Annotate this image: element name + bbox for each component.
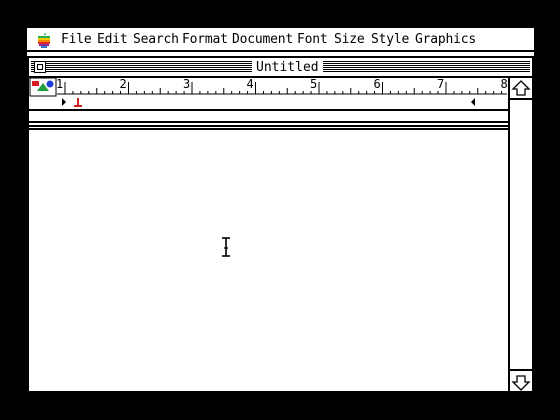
ruler-tick-label: 5 <box>310 77 318 91</box>
menu-font[interactable]: Font <box>297 32 328 48</box>
menu-file[interactable]: File <box>61 32 92 48</box>
vertical-scrollbar[interactable] <box>508 78 532 391</box>
menu-size[interactable]: Size <box>334 32 365 48</box>
color-palette-icon[interactable] <box>29 77 57 97</box>
close-box-icon[interactable] <box>34 61 46 73</box>
menu-edit[interactable]: Edit <box>97 32 128 48</box>
i-beam-cursor-icon <box>222 237 230 257</box>
ruler-tick-label: 6 <box>373 77 381 91</box>
document-text-area[interactable] <box>29 162 508 391</box>
apple-logo-icon[interactable] <box>36 32 52 48</box>
menu-document[interactable]: Document <box>232 32 293 48</box>
menu-search[interactable]: Search <box>133 32 179 48</box>
menu-bar: File Edit Search Format Document Font Si… <box>27 28 534 52</box>
ruler-tick-label: 2 <box>119 77 127 91</box>
document-window: Untitled 1 2 3 4 5 6 7 8 <box>27 56 534 393</box>
close-box-inner <box>37 64 43 70</box>
scroll-up-button[interactable] <box>510 78 532 100</box>
up-arrow-icon <box>511 80 531 96</box>
window-title: Untitled <box>252 60 323 76</box>
ruler-tick-label: 7 <box>437 77 445 91</box>
ruler[interactable]: 1 2 3 4 5 6 7 8 <box>29 77 510 140</box>
tab-stop-marker[interactable] <box>74 98 82 107</box>
menu-format[interactable]: Format <box>182 32 228 48</box>
down-arrow-icon <box>511 375 531 391</box>
right-margin-marker[interactable] <box>471 98 475 106</box>
ruler-tick-label: 1 <box>56 77 64 91</box>
ruler-tick-label: 8 <box>500 77 508 91</box>
ruler-tick-label: 3 <box>183 77 191 91</box>
scroll-down-button[interactable] <box>510 369 532 391</box>
window-title-bar[interactable]: Untitled <box>29 58 532 78</box>
menu-style[interactable]: Style <box>371 32 409 48</box>
left-indent-marker[interactable] <box>62 98 66 106</box>
menu-graphics[interactable]: Graphics <box>415 32 476 48</box>
desktop-screen: File Edit Search Format Document Font Si… <box>27 28 534 393</box>
ruler-tick-label: 4 <box>246 77 254 91</box>
